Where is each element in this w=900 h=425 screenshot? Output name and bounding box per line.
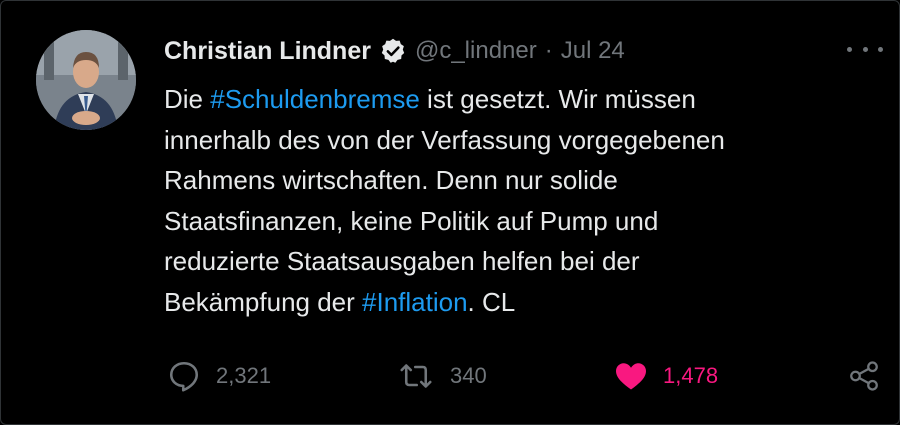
tweet-actions: 2,321 340 1,478 xyxy=(1,351,900,401)
tweet-card[interactable]: Christian Lindner @c_lindner · Jul 24 Di… xyxy=(0,0,900,425)
avatar[interactable] xyxy=(36,30,136,130)
retweet-icon xyxy=(400,364,432,388)
tweet-text-line: Die #Schuldenbremse ist gesetzt. Wir müs… xyxy=(164,84,696,114)
like-button[interactable]: 1,478 xyxy=(613,351,718,401)
tweet-text-line: innerhalb des von der Verfassung vorgege… xyxy=(164,124,725,155)
share-button[interactable] xyxy=(847,351,881,401)
profile-photo xyxy=(36,30,136,130)
author-name[interactable]: Christian Lindner xyxy=(164,37,371,66)
tweet-date[interactable]: Jul 24 xyxy=(561,37,625,65)
separator: · xyxy=(544,37,553,64)
retweet-button[interactable]: 340 xyxy=(396,351,487,401)
tweet-header: Christian Lindner @c_lindner · Jul 24 xyxy=(164,31,625,71)
author-handle[interactable]: @c_lindner xyxy=(415,37,537,65)
tweet-text-line: Rahmens wirtschaften. Denn nur solide xyxy=(164,165,618,195)
more-options-icon[interactable] xyxy=(847,37,883,61)
reply-icon xyxy=(169,361,199,392)
hashtag-link[interactable]: #Schuldenbremse xyxy=(210,84,420,114)
tweet-text: Die #Schuldenbremse ist gesetzt. Wir müs… xyxy=(164,79,864,322)
verified-badge-icon xyxy=(379,37,407,65)
reply-count: 2,321 xyxy=(216,363,272,388)
tweet-text-line: reduzierte Staatsausgaben helfen bei der xyxy=(164,246,640,276)
retweet-count: 340 xyxy=(450,363,487,388)
share-icon xyxy=(850,361,878,391)
hashtag-link[interactable]: #Inflation xyxy=(362,287,468,317)
heart-icon xyxy=(616,363,646,390)
like-count: 1,478 xyxy=(663,363,719,388)
reply-button[interactable]: 2,321 xyxy=(166,351,271,401)
tweet-text-line: Staatsfinanzen, keine Politik auf Pump u… xyxy=(164,205,659,236)
tweet-text-line: Bekämpfung der #Inflation. CL xyxy=(164,286,516,317)
